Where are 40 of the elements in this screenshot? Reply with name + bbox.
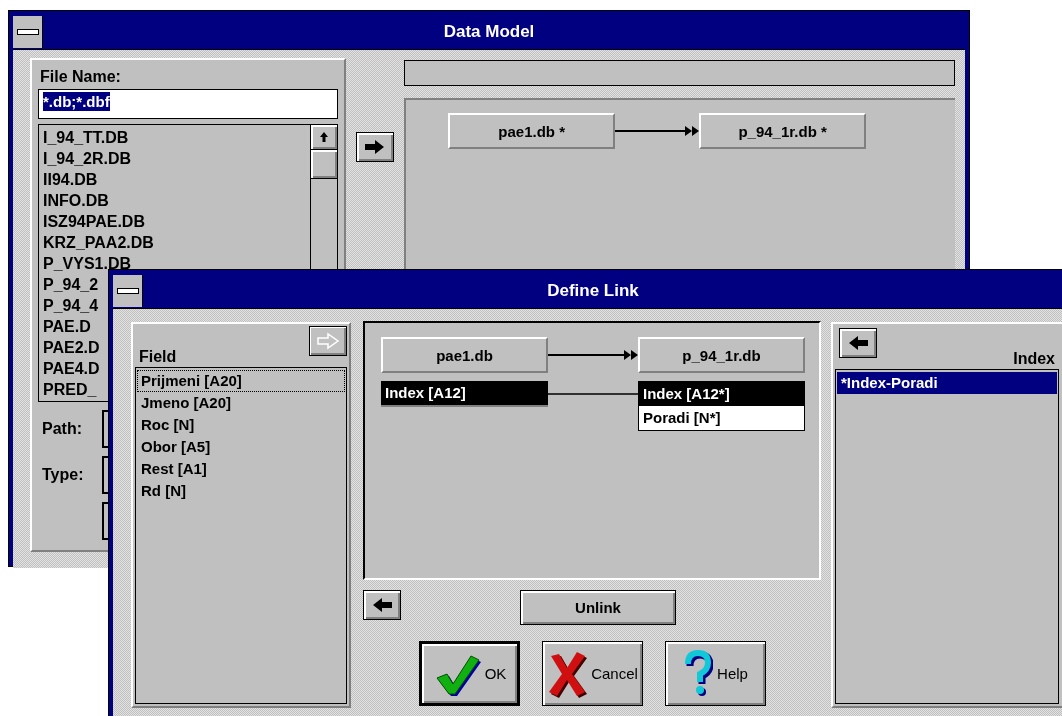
file-item[interactable]: I_94_TT.DB [43, 127, 129, 148]
field-item[interactable]: Obor [A5] [137, 436, 345, 458]
table-field[interactable]: Poradi [N*] [639, 406, 804, 430]
window-title: Data Model [442, 22, 536, 42]
field-item[interactable]: Rest [A1] [137, 458, 345, 480]
help-button[interactable]: Help [665, 641, 766, 706]
file-item[interactable]: ISZ94PAE.DB [43, 211, 145, 232]
field-label: Field [139, 348, 177, 366]
table-box[interactable]: p_94_1r.db * [699, 113, 867, 149]
file-item[interactable]: KRZ_PAA2.DB [43, 232, 154, 253]
table-box[interactable]: p_94_1r.db [638, 337, 805, 373]
file-item[interactable]: PAE4.D [43, 358, 100, 379]
table-box[interactable]: pae1.db * [448, 113, 616, 149]
file-item[interactable]: INFO.DB [43, 190, 109, 211]
file-item[interactable]: PRED_ [43, 379, 97, 400]
field-item[interactable]: Roc [N] [137, 414, 345, 436]
file-item[interactable]: P_94_4 [43, 295, 99, 316]
unlink-button[interactable]: Unlink [520, 590, 676, 625]
file-item[interactable]: P_94_2 [43, 274, 99, 295]
index-item[interactable]: *Index-Poradi [837, 372, 1057, 394]
file-item[interactable]: PAE2.D [43, 337, 100, 358]
table-field[interactable]: Index [A12] [381, 381, 548, 405]
table-box[interactable]: pae1.db [381, 337, 548, 373]
file-name-field[interactable]: *.db;*.dbf [38, 89, 339, 119]
cancel-button[interactable]: Cancel [542, 641, 643, 706]
type-label: Type: [41, 466, 85, 484]
ok-button[interactable]: OK [419, 641, 520, 706]
index-list[interactable]: *Index-Poradi [835, 369, 1059, 704]
file-item[interactable]: PAE.D [43, 316, 91, 337]
window-title: Define Link [546, 281, 640, 301]
table-field[interactable]: Index [A12*] [639, 382, 804, 406]
field-list[interactable]: Prijmeni [A20] Jmeno [A20] Roc [N] Obor [A5] Rest [A1] Rd [N] [135, 367, 347, 704]
index-label: Index [1013, 350, 1055, 368]
field-item[interactable]: Prijmeni [A20] [137, 370, 345, 392]
path-label: Path: [41, 420, 83, 438]
file-item[interactable]: P_VYS1.DB [43, 253, 132, 274]
field-item[interactable]: Rd [N] [137, 480, 345, 502]
file-name-label: File Name: [40, 68, 122, 86]
file-item[interactable]: I_94_2R.DB [43, 148, 132, 169]
file-item[interactable]: II94.DB [43, 169, 98, 190]
